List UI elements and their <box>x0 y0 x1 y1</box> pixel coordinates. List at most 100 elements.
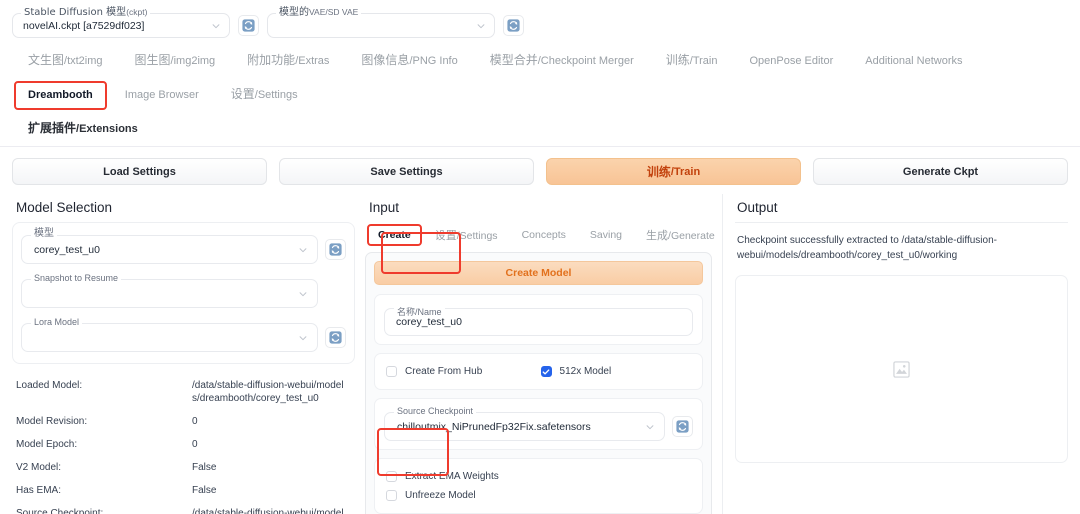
model-info-value: 0 <box>192 416 198 427</box>
output-message: Checkpoint successfully extracted to /da… <box>737 235 997 261</box>
source-checkpoint-field: Source Checkpoint chilloutmix_NiPrunedFp… <box>384 406 694 441</box>
main-tab-train[interactable]: 训练/Train <box>650 44 734 78</box>
checkbox-label-create-from-hub: Create From Hub <box>405 366 483 377</box>
source-checkpoint-label: Source Checkpoint <box>394 406 477 416</box>
output-panel: Output Checkpoint successfully extracted… <box>722 194 1068 514</box>
action-label-en: Generate Ckpt <box>902 165 979 178</box>
main-tab-dreambooth[interactable]: Dreambooth <box>14 80 107 110</box>
select-model[interactable]: corey_test_u0 <box>21 235 319 264</box>
input-tab-label-cjk: 设置 <box>434 229 457 242</box>
checkbox-box-extract-ema-weights[interactable] <box>386 471 398 482</box>
checkbox-row: Unfreeze Model <box>384 486 693 505</box>
tab-label-en: /PNG Info <box>409 55 458 67</box>
input-tab-label-en: /Generate <box>668 230 715 242</box>
model-toolbar: Stable Diffusion 模型(ckpt) novelAI.ckpt [… <box>0 0 1080 42</box>
action-button-train[interactable]: 训练/Train <box>546 158 801 185</box>
field-label-lora-model: Lora Model <box>31 317 83 327</box>
checkbox-box-create-from-hub[interactable] <box>386 366 398 377</box>
model-info-row: Model Revision: 0 <box>12 410 355 433</box>
input-tab-generate[interactable]: 生成/Generate <box>635 222 726 248</box>
output-image-area[interactable] <box>735 275 1068 463</box>
input-tab-create[interactable]: Create <box>367 224 422 246</box>
top-checkbox-card: Create From Hub 512x Model <box>374 353 704 390</box>
tab-label-en: /txt2img <box>64 55 103 67</box>
refresh-button-model[interactable] <box>325 239 347 260</box>
name-field-card: 名称/Name corey_test_u0 <box>374 294 704 345</box>
checkbox-box-unfreeze-model[interactable] <box>386 490 398 501</box>
tab-label-cjk: 文生图 <box>28 53 65 67</box>
chevron-down-icon <box>298 333 308 343</box>
model-info-key: Loaded Model: <box>16 380 83 391</box>
refresh-icon <box>242 19 255 32</box>
action-button-generate-ckpt[interactable]: Generate Ckpt <box>813 158 1068 185</box>
model-selection-field-model: 模型 corey_test_u0 <box>21 229 347 264</box>
vae-refresh-button[interactable] <box>503 15 524 36</box>
main-tab-extras[interactable]: 附加功能/Extras <box>231 44 345 78</box>
source-checkpoint-refresh-button[interactable] <box>672 416 694 437</box>
model-info-row: Loaded Model: /data/stable-diffusion-webu… <box>12 374 355 410</box>
tab-label-en: OpenPose Editor <box>749 54 834 67</box>
name-field-label: 名称/Name <box>394 307 445 318</box>
chevron-down-icon <box>298 245 308 255</box>
model-info-value: /data/stable-diffusion-webui/models/Stab… <box>192 508 344 514</box>
input-tab-label-cjk: 生成 <box>646 229 669 242</box>
action-button-load-settings[interactable]: Load Settings <box>12 158 267 185</box>
output-title: Output <box>737 200 778 215</box>
main-tab-img2img[interactable]: 图生图/img2img <box>119 44 232 78</box>
tab-label-en: Additional Networks <box>865 54 963 67</box>
model-info-row: V2 Model: False <box>12 456 355 479</box>
main-tab-checkpoint-merger[interactable]: 模型合并/Checkpoint Merger <box>474 44 650 78</box>
checkbox-unfreeze-model[interactable]: Unfreeze Model <box>384 486 693 505</box>
checkbox-extract-ema-weights[interactable]: Extract EMA Weights <box>384 467 693 486</box>
source-checkpoint-card: Source Checkpoint chilloutmix_NiPrunedFp… <box>374 398 704 450</box>
model-info-key: Source Checkpoint: <box>16 508 104 514</box>
main-tab-png-info[interactable]: 图像信息/PNG Info <box>345 44 473 78</box>
output-divider <box>735 222 1068 223</box>
input-tab-settings[interactable]: 设置/Settings <box>424 222 509 248</box>
model-info-value: False <box>192 485 217 496</box>
model-selection-title: Model Selection <box>16 200 113 215</box>
output-column: Output Checkpoint successfully extracted… <box>722 194 1068 514</box>
sd-model-refresh-button[interactable] <box>238 15 259 36</box>
checkbox-box-512x-model[interactable] <box>540 366 552 377</box>
model-info-key: Model Revision: <box>16 416 88 427</box>
top-checkbox-row: Create From Hub 512x Model <box>384 362 693 381</box>
tab-label-cjk: 模型合并 <box>489 53 538 67</box>
create-model-button[interactable]: Create Model <box>374 261 704 285</box>
checkbox-label-unfreeze-model: Unfreeze Model <box>405 490 476 501</box>
checkbox-create-from-hub[interactable]: Create From Hub <box>384 362 539 381</box>
main-tab-image-browser[interactable]: Image Browser <box>109 79 215 112</box>
source-checkpoint-group: Source Checkpoint chilloutmix_NiPrunedFp… <box>384 406 666 441</box>
input-tab-strip: Create 设置/Settings Concepts Saving 生成/Genera… <box>365 222 715 252</box>
action-button-save-settings[interactable]: Save Settings <box>279 158 534 185</box>
main-body: Model Selection 模型 corey_test_u0 Snapshot … <box>0 194 1080 514</box>
main-tab-extensions[interactable]: 扩展插件/Extensions <box>12 112 154 146</box>
select-snapshot-to-resume[interactable] <box>21 279 319 308</box>
tab-label-cjk: 图生图 <box>134 53 171 67</box>
tab-label-cjk: 设置 <box>230 87 255 101</box>
field-group-lora-model: Lora Model <box>21 317 319 352</box>
refresh-button-lora-model[interactable] <box>325 327 347 348</box>
tab-label-en: /Settings <box>254 89 298 101</box>
main-tab-txt2img[interactable]: 文生图/txt2img <box>12 44 119 78</box>
main-tab-openpose-editor[interactable]: OpenPose Editor <box>733 45 849 78</box>
input-tab-concepts[interactable]: Concepts <box>511 224 577 246</box>
model-info-value: 0 <box>192 439 198 450</box>
model-selection-column: Model Selection 模型 corey_test_u0 Snapshot … <box>12 194 356 514</box>
action-label-en: Save Settings <box>370 165 443 178</box>
model-info-value: False <box>192 462 217 473</box>
field-group-model: 模型 corey_test_u0 <box>21 229 319 264</box>
input-tab-label-en: Create <box>378 229 411 241</box>
input-tab-label-en: Concepts <box>521 229 566 241</box>
input-tab-saving[interactable]: Saving <box>579 224 633 246</box>
checkbox-512x-model[interactable]: 512x Model <box>539 362 694 381</box>
model-info-row: Has EMA: False <box>12 479 355 502</box>
select-lora-model[interactable] <box>21 323 319 352</box>
source-checkpoint-select[interactable]: chilloutmix_NiPrunedFp32Fix.safetensors <box>384 412 666 441</box>
main-tab-additional-networks[interactable]: Additional Networks <box>849 45 978 78</box>
model-info-row: Model Epoch: 0 <box>12 433 355 456</box>
tab-label-cjk: 图像信息 <box>361 53 410 67</box>
main-tab-settings[interactable]: 设置/Settings <box>215 78 314 112</box>
chevron-down-icon <box>298 289 308 299</box>
tab-label-cjk: 扩展插件 <box>28 121 77 135</box>
